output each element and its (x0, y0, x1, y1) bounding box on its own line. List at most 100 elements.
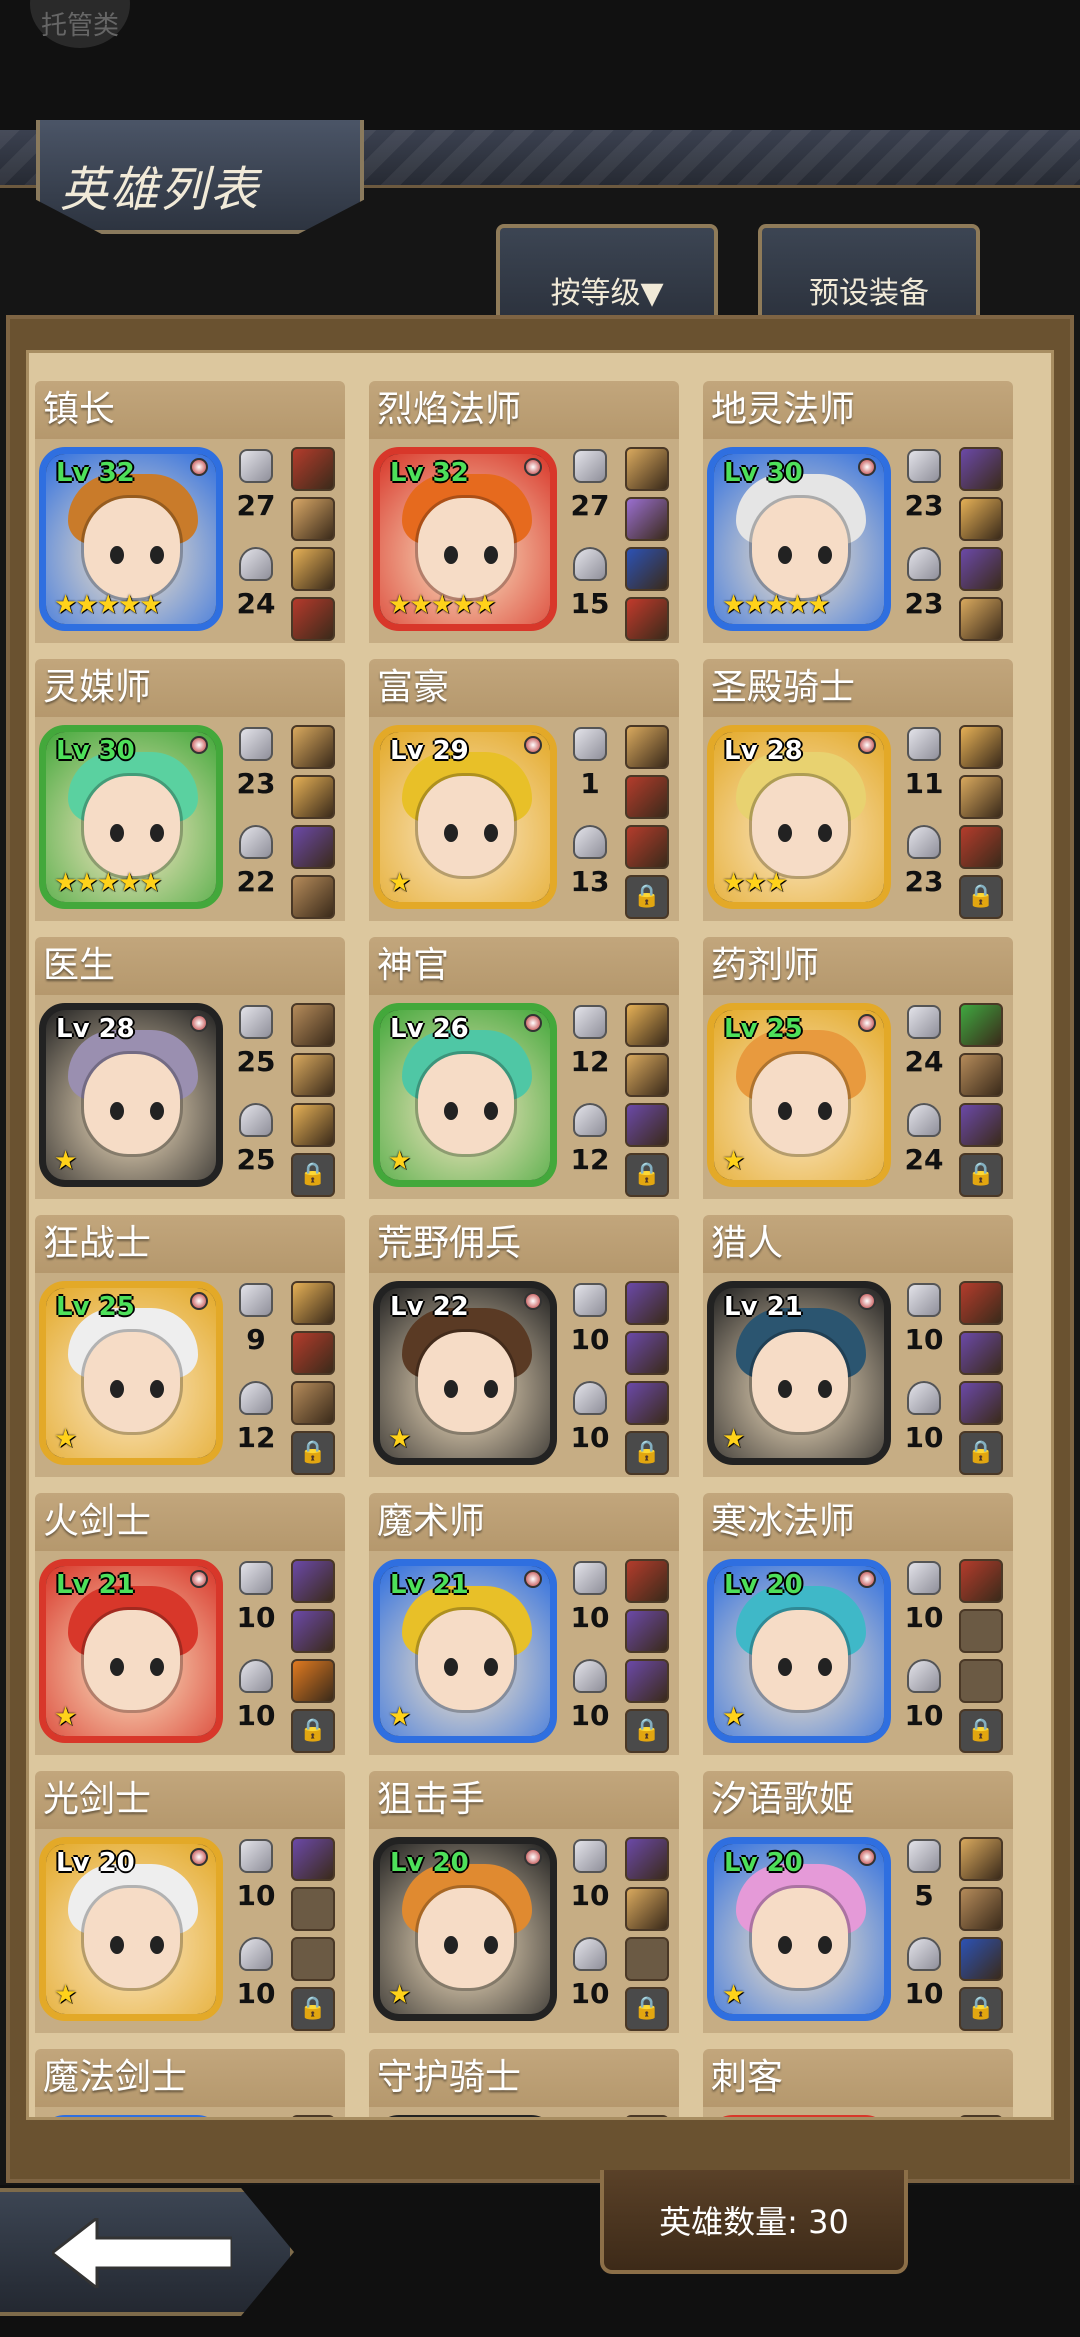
equipment-slot-icon[interactable] (291, 547, 335, 591)
locked-slot-icon[interactable]: 🔒 (625, 1431, 669, 1475)
locked-slot-icon[interactable]: 🔒 (959, 875, 1003, 919)
hero-portrait[interactable]: Lv 25 ★ (707, 1003, 891, 1187)
hero-portrait[interactable]: Lv 25 ★ (39, 1281, 223, 1465)
hero-portrait[interactable] (373, 2115, 557, 2117)
hero-card[interactable]: 火剑士 Lv 21 ★ 10 10 🔒 (35, 1493, 345, 1755)
tab-preset-equipment[interactable]: 预设装备 (758, 224, 980, 324)
equipment-slot-icon[interactable] (959, 1381, 1003, 1425)
hero-card[interactable]: 汐语歌姬 Lv 20 ★ 5 10 🔒 (703, 1771, 1013, 2033)
equipment-slot-icon[interactable] (625, 1659, 669, 1703)
equipment-slot-icon[interactable] (625, 547, 669, 591)
equipment-slot-icon[interactable] (959, 1937, 1003, 1981)
equipment-slot-icon[interactable] (959, 1331, 1003, 1375)
equipment-slot-icon[interactable] (959, 1003, 1003, 1047)
equipment-slot-icon[interactable] (291, 1003, 335, 1047)
hero-card[interactable]: 烈焰法师 Lv 32 ★★★★★ 27 15 (369, 381, 679, 643)
equipment-slot-icon[interactable] (625, 447, 669, 491)
equipment-slot-icon[interactable] (959, 447, 1003, 491)
hero-portrait[interactable]: Lv 22 ★ (373, 1281, 557, 1465)
hero-card[interactable]: 光剑士 Lv 20 ★ 10 10 🔒 (35, 1771, 345, 2033)
hero-card[interactable]: 圣殿骑士 Lv 28 ★★★ 11 23 🔒 (703, 659, 1013, 921)
equipment-slot-icon[interactable] (959, 1103, 1003, 1147)
equipment-slot-icon[interactable] (959, 775, 1003, 819)
hero-list[interactable]: 镇长 Lv 32 ★★★★★ 27 24 烈焰法师 Lv 32 ★★★★★ 27 15 地灵法师 Lv… (26, 350, 1054, 2120)
hero-card[interactable]: 药剂师 Lv 25 ★ 24 24 🔒 (703, 937, 1013, 1199)
locked-slot-icon[interactable]: 🔒 (625, 1709, 669, 1753)
equipment-slot-icon[interactable] (291, 597, 335, 641)
hero-card[interactable]: 荒野佣兵 Lv 22 ★ 10 10 🔒 (369, 1215, 679, 1477)
equipment-slot-icon[interactable] (625, 1281, 669, 1325)
equipment-slot-icon[interactable] (625, 1559, 669, 1603)
equipment-slot-icon[interactable] (959, 1281, 1003, 1325)
locked-slot-icon[interactable]: 🔒 (291, 1153, 335, 1197)
equipment-slot-icon[interactable] (959, 547, 1003, 591)
equipment-slot-icon[interactable] (625, 1053, 669, 1097)
equipment-slot-icon[interactable] (291, 1381, 335, 1425)
back-button[interactable] (0, 2188, 294, 2316)
equipment-slot-icon[interactable] (291, 825, 335, 869)
empty-equipment-slot[interactable] (291, 1937, 335, 1981)
hero-portrait[interactable]: Lv 32 ★★★★★ (373, 447, 557, 631)
hero-card[interactable]: 狙击手 Lv 20 ★ 10 10 🔒 (369, 1771, 679, 2033)
hero-portrait[interactable]: Lv 26 ★ (373, 1003, 557, 1187)
equipment-slot-icon[interactable] (291, 1559, 335, 1603)
equipment-slot-icon[interactable] (291, 1659, 335, 1703)
equipment-slot-icon[interactable] (959, 1837, 1003, 1881)
equipment-slot-icon[interactable] (291, 1837, 335, 1881)
hero-card[interactable]: 富豪 Lv 29 ★ 1 13 🔒 (369, 659, 679, 921)
equipment-slot-icon[interactable] (291, 775, 335, 819)
empty-equipment-slot[interactable] (959, 1659, 1003, 1703)
manage-button[interactable]: 托管类 (30, 0, 130, 48)
equipment-slot-icon[interactable] (959, 725, 1003, 769)
locked-slot-icon[interactable]: 🔒 (291, 1709, 335, 1753)
equipment-slot-icon[interactable] (291, 447, 335, 491)
hero-card[interactable]: 刺客 (703, 2049, 1013, 2117)
empty-equipment-slot[interactable] (625, 1937, 669, 1981)
hero-card[interactable]: 神官 Lv 26 ★ 12 12 🔒 (369, 937, 679, 1199)
hero-portrait[interactable]: Lv 21 ★ (373, 1559, 557, 1743)
equipment-slot-icon[interactable] (291, 725, 335, 769)
equipment-slot-icon[interactable] (625, 2115, 669, 2117)
equipment-slot-icon[interactable] (625, 725, 669, 769)
hero-portrait[interactable]: Lv 29 ★ (373, 725, 557, 909)
locked-slot-icon[interactable]: 🔒 (625, 1153, 669, 1197)
hero-portrait[interactable]: Lv 30 ★★★★★ (39, 725, 223, 909)
equipment-slot-icon[interactable] (291, 1281, 335, 1325)
hero-portrait[interactable] (39, 2115, 223, 2117)
equipment-slot-icon[interactable] (291, 1609, 335, 1653)
locked-slot-icon[interactable]: 🔒 (625, 1987, 669, 2031)
empty-equipment-slot[interactable] (959, 1609, 1003, 1653)
hero-portrait[interactable]: Lv 21 ★ (39, 1559, 223, 1743)
equipment-slot-icon[interactable] (291, 2115, 335, 2117)
equipment-slot-icon[interactable] (959, 2115, 1003, 2117)
equipment-slot-icon[interactable] (625, 1103, 669, 1147)
hero-card[interactable]: 魔术师 Lv 21 ★ 10 10 🔒 (369, 1493, 679, 1755)
equipment-slot-icon[interactable] (625, 497, 669, 541)
equipment-slot-icon[interactable] (959, 497, 1003, 541)
equipment-slot-icon[interactable] (291, 497, 335, 541)
hero-card[interactable]: 地灵法师 Lv 30 ★★★★★ 23 23 (703, 381, 1013, 643)
equipment-slot-icon[interactable] (625, 825, 669, 869)
hero-card[interactable]: 医生 Lv 28 ★ 25 25 🔒 (35, 937, 345, 1199)
hero-card[interactable]: 灵媒师 Lv 30 ★★★★★ 23 22 (35, 659, 345, 921)
hero-card[interactable]: 守护骑士 (369, 2049, 679, 2117)
equipment-slot-icon[interactable] (959, 825, 1003, 869)
hero-portrait[interactable]: Lv 20 ★ (707, 1837, 891, 2021)
hero-portrait[interactable]: Lv 32 ★★★★★ (39, 447, 223, 631)
equipment-slot-icon[interactable] (959, 1887, 1003, 1931)
locked-slot-icon[interactable]: 🔒 (959, 1431, 1003, 1475)
hero-card[interactable]: 狂战士 Lv 25 ★ 9 12 🔒 (35, 1215, 345, 1477)
locked-slot-icon[interactable]: 🔒 (291, 1431, 335, 1475)
hero-portrait[interactable]: Lv 20 ★ (707, 1559, 891, 1743)
hero-card[interactable]: 镇长 Lv 32 ★★★★★ 27 24 (35, 381, 345, 643)
locked-slot-icon[interactable]: 🔒 (959, 1709, 1003, 1753)
equipment-slot-icon[interactable] (291, 1103, 335, 1147)
equipment-slot-icon[interactable] (625, 597, 669, 641)
tab-sort-by-level[interactable]: 按等级▼ (496, 224, 718, 324)
hero-portrait[interactable]: Lv 28 ★ (39, 1003, 223, 1187)
hero-card[interactable]: 魔法剑士 (35, 2049, 345, 2117)
equipment-slot-icon[interactable] (625, 1609, 669, 1653)
equipment-slot-icon[interactable] (625, 1003, 669, 1047)
equipment-slot-icon[interactable] (291, 1053, 335, 1097)
equipment-slot-icon[interactable] (959, 1053, 1003, 1097)
